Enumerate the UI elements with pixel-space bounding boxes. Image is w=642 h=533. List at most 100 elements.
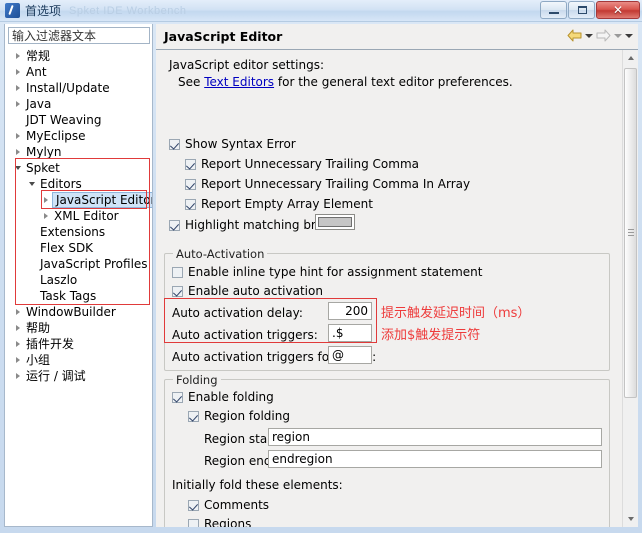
show-syntax-error-row[interactable]: Show Syntax Error <box>169 137 296 151</box>
report-trailing-comma-array-row[interactable]: Report Unnecessary Trailing Comma In Arr… <box>185 177 470 191</box>
close-button[interactable]: ✕ <box>596 1 640 19</box>
chevron-right-icon[interactable] <box>39 213 52 219</box>
chevron-right-icon[interactable] <box>11 69 24 75</box>
inline-type-hint-row[interactable]: Enable inline type hint for assignment s… <box>172 265 483 279</box>
sidebar-item-install-update[interactable]: Install/Update <box>5 80 152 96</box>
region-end-input[interactable] <box>268 450 602 468</box>
close-icon: ✕ <box>612 3 624 17</box>
auto-activation-triggers-label: Auto activation triggers: <box>172 328 318 342</box>
enable-auto-activation-checkbox[interactable] <box>172 285 183 297</box>
scroll-up-button[interactable] <box>623 50 638 66</box>
chevron-right-icon[interactable] <box>11 325 24 331</box>
sidebar-item-label: Mylyn <box>26 145 62 159</box>
report-empty-array-element-row[interactable]: Report Empty Array Element <box>185 197 373 211</box>
sidebar-item-task-tags[interactable]: Task Tags <box>5 288 152 304</box>
fold-comments-row[interactable]: Comments <box>188 498 269 512</box>
region-folding-checkbox[interactable] <box>188 410 199 422</box>
chevron-down-icon[interactable] <box>11 166 24 170</box>
sidebar-item-flex-sdk[interactable]: Flex SDK <box>5 240 152 256</box>
report-empty-array-element-checkbox[interactable] <box>185 198 196 210</box>
page-scroll-area: JavaScript editor settings: See Text Edi… <box>156 50 638 527</box>
sidebar-item-editors[interactable]: Editors <box>5 176 152 192</box>
hint-prefix: See <box>178 75 205 89</box>
page-title: JavaScript Editor <box>164 29 283 44</box>
sidebar-item-label: Editors <box>40 177 82 191</box>
sidebar-item-label: XML Editor <box>54 209 119 223</box>
text-editors-link[interactable]: Text Editors <box>204 75 274 89</box>
chevron-right-icon[interactable] <box>11 53 24 59</box>
enable-folding-label: Enable folding <box>188 390 274 404</box>
bracket-color-swatch[interactable] <box>315 214 355 230</box>
chevron-right-icon[interactable] <box>11 309 24 315</box>
sidebar-item-spket[interactable]: Spket <box>5 160 152 176</box>
auto-activation-triggers-input[interactable] <box>328 324 372 342</box>
title-bar: 首选项 Spket IDE Workbench ✕ <box>0 0 642 22</box>
chevron-right-icon[interactable] <box>11 149 24 155</box>
maximize-icon <box>578 6 587 14</box>
inline-type-hint-checkbox[interactable] <box>172 266 183 278</box>
window-title-ghost: Spket IDE Workbench <box>69 4 187 17</box>
sidebar-item-laszlo[interactable]: Laszlo <box>5 272 152 288</box>
sidebar-item-label: Task Tags <box>40 289 97 303</box>
page-vertical-scrollbar[interactable] <box>622 50 638 527</box>
forward-dropdown-icon[interactable] <box>614 33 622 38</box>
sidebar-item-mylyn[interactable]: Mylyn <box>5 144 152 160</box>
fold-comments-label: Comments <box>204 498 270 512</box>
sidebar-item-javascript-editor[interactable]: JavaScript Editor <box>5 192 152 208</box>
jsdoc-triggers-input[interactable] <box>328 346 372 364</box>
sidebar-item-ant[interactable]: Ant <box>5 64 152 80</box>
scroll-thumb[interactable] <box>624 68 637 398</box>
sidebar-item-[interactable]: 常规 <box>5 48 152 64</box>
fold-regions-row[interactable]: Regions <box>188 517 251 527</box>
sidebar-item-windowbuilder[interactable]: WindowBuilder <box>5 304 152 320</box>
preferences-tree[interactable]: 常规 Ant Install/Update Java JDT Weaving MyEcli… <box>5 48 152 526</box>
sidebar-item-java[interactable]: Java <box>5 96 152 112</box>
region-start-input[interactable] <box>268 428 602 446</box>
scroll-thumb-grip <box>628 229 634 237</box>
show-syntax-error-checkbox[interactable] <box>169 138 180 150</box>
chevron-right-icon[interactable] <box>11 357 24 363</box>
sidebar-item-label: Java <box>26 97 52 111</box>
back-dropdown-icon[interactable] <box>585 33 593 38</box>
region-folding-row[interactable]: Region folding <box>188 409 290 423</box>
minimize-button[interactable] <box>540 1 567 19</box>
sidebar-item-label: Spket <box>26 161 60 175</box>
sidebar-item-label: 帮助 <box>26 321 51 335</box>
enable-auto-activation-row[interactable]: Enable auto activation <box>172 284 323 298</box>
sidebar-item-extensions[interactable]: Extensions <box>5 224 152 240</box>
report-trailing-comma-checkbox[interactable] <box>185 158 196 170</box>
scroll-down-button[interactable] <box>623 511 638 527</box>
auto-activation-delay-input[interactable] <box>328 302 372 320</box>
chevron-right-icon[interactable] <box>11 373 24 379</box>
highlight-brackets-checkbox[interactable] <box>169 219 180 231</box>
chevron-right-icon[interactable] <box>11 85 24 91</box>
fold-comments-checkbox[interactable] <box>188 499 199 511</box>
sidebar-item-xml-editor[interactable]: XML Editor <box>5 208 152 224</box>
fold-regions-checkbox[interactable] <box>188 518 199 527</box>
view-menu-icon[interactable] <box>625 33 633 38</box>
sidebar-item-jdt-weaving[interactable]: JDT Weaving <box>5 112 152 128</box>
back-arrow-icon[interactable] <box>567 29 582 42</box>
enable-folding-row[interactable]: Enable folding <box>172 390 274 404</box>
report-trailing-comma-array-checkbox[interactable] <box>185 178 196 190</box>
sidebar-item-[interactable]: 运行 / 调试 <box>5 368 152 384</box>
chevron-right-icon[interactable] <box>39 197 52 203</box>
sidebar-item-label: 小组 <box>26 353 51 367</box>
chevron-right-icon[interactable] <box>11 133 24 139</box>
report-trailing-comma-label: Report Unnecessary Trailing Comma <box>201 157 420 171</box>
report-trailing-comma-array-label: Report Unnecessary Trailing Comma In Arr… <box>201 177 471 191</box>
scroll-down-icon <box>627 517 634 521</box>
show-syntax-error-label: Show Syntax Error <box>185 137 296 151</box>
sidebar-item-[interactable]: 小组 <box>5 352 152 368</box>
filter-input[interactable] <box>8 27 150 44</box>
sidebar-item-[interactable]: 帮助 <box>5 320 152 336</box>
chevron-down-icon[interactable] <box>25 182 38 186</box>
chevron-right-icon[interactable] <box>11 101 24 107</box>
maximize-button[interactable] <box>568 1 595 19</box>
sidebar-item-javascript-profiles[interactable]: JavaScript Profiles <box>5 256 152 272</box>
sidebar-item-myeclipse[interactable]: MyEclipse <box>5 128 152 144</box>
sidebar-item-[interactable]: 插件开发 <box>5 336 152 352</box>
enable-folding-checkbox[interactable] <box>172 391 183 403</box>
chevron-right-icon[interactable] <box>11 341 24 347</box>
report-trailing-comma-row[interactable]: Report Unnecessary Trailing Comma <box>185 157 419 171</box>
